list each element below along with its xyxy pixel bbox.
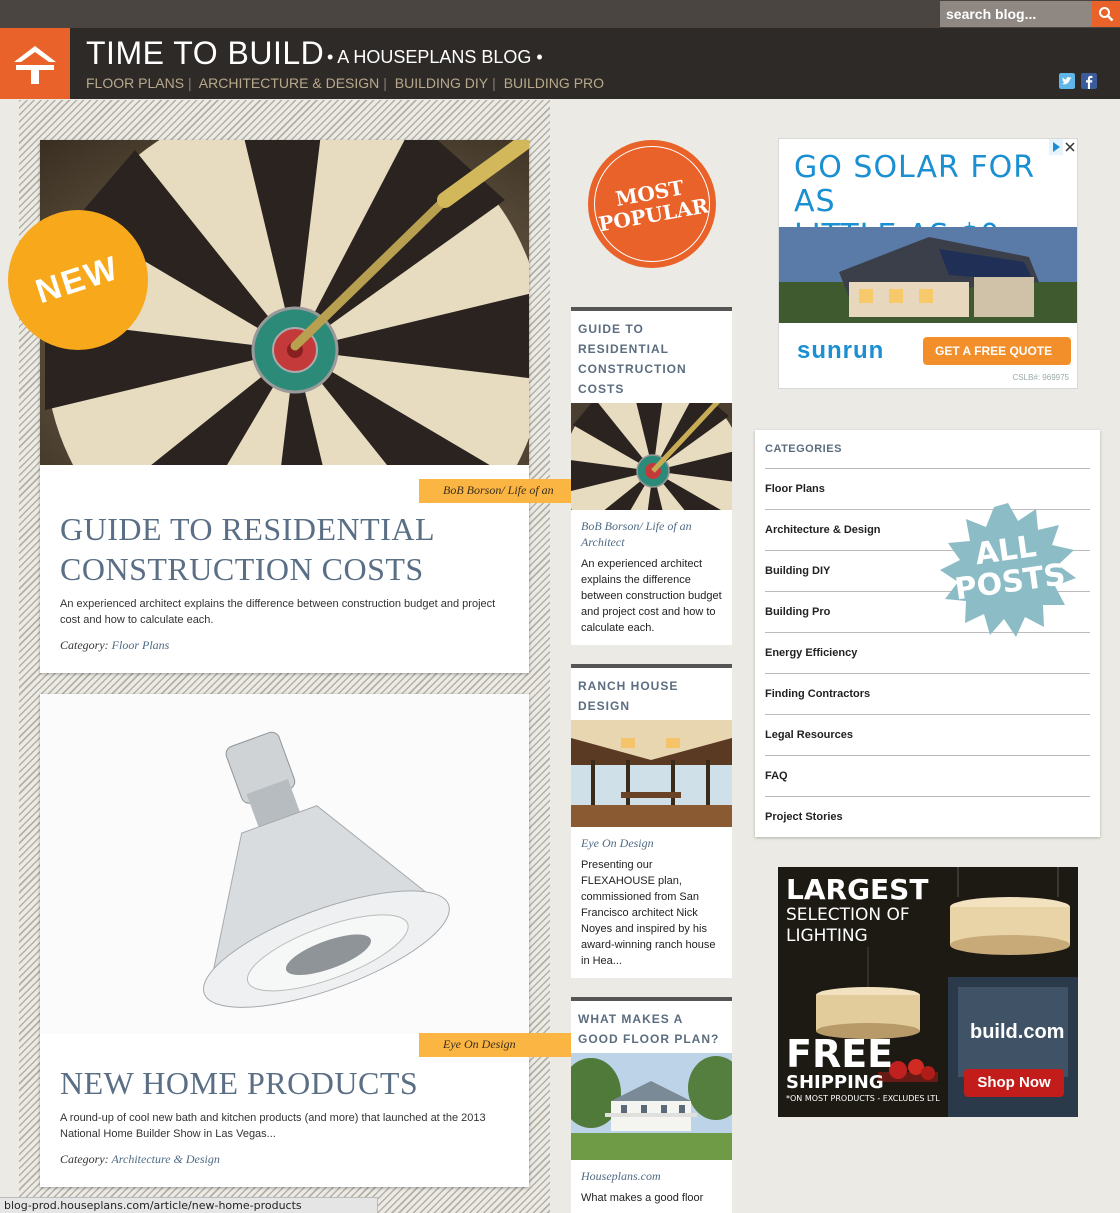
site-subtitle: • A HOUSEPLANS BLOG • [327, 47, 543, 67]
category-link[interactable]: Floor Plans [112, 638, 170, 652]
popular-post[interactable]: GUIDE TO RESIDENTIAL CONSTRUCTION COSTS … [571, 307, 732, 645]
nav-building-diy[interactable]: BUILDING DIY [395, 75, 488, 91]
farmhouse-thumbnail [571, 1053, 732, 1160]
twitter-icon[interactable] [1059, 73, 1075, 89]
ad-build-headline: LARGEST SELECTION OF LIGHTING [786, 875, 928, 947]
nav-floor-plans[interactable]: FLOOR PLANS [86, 75, 184, 91]
new-badge-label: NEW [31, 248, 125, 311]
site-title[interactable]: TIME TO BUILD [86, 35, 324, 72]
most-popular-badge: MOST POPULAR [588, 140, 716, 268]
popular-post-title[interactable]: RANCH HOUSE DESIGN [571, 668, 732, 720]
solar-house-image [779, 227, 1077, 323]
category-finding-contractors[interactable]: Finding Contractors [765, 673, 1090, 714]
category-label: Category: [60, 638, 109, 652]
new-badge: NEW [8, 210, 148, 350]
article-author-tag[interactable]: BoB Borson/ Life of an [419, 479, 579, 503]
article-title-line: CONSTRUCTION COSTS [60, 551, 424, 587]
popular-post-description: An experienced architect explains the di… [581, 558, 722, 634]
popular-post[interactable]: WHAT MAKES A GOOD FLOOR PLAN? Houseplans… [571, 997, 732, 1213]
article-title[interactable]: NEW HOME PRODUCTS [60, 1063, 418, 1103]
popular-post-title[interactable]: GUIDE TO RESIDENTIAL CONSTRUCTION COSTS [571, 311, 732, 403]
popular-post-description: What makes a good floor [581, 1192, 704, 1204]
facebook-icon[interactable] [1081, 73, 1097, 89]
category-label: Category: [60, 1152, 109, 1166]
categories-heading: CATEGORIES [765, 443, 842, 455]
article-title[interactable]: GUIDE TO RESIDENTIAL CONSTRUCTION COSTS [60, 509, 435, 589]
search-input[interactable]: search blog... [940, 1, 1092, 27]
site-header: TIME TO BUILD • A HOUSEPLANS BLOG • FLOO… [0, 28, 1120, 99]
ad-build-line: LARGEST [786, 873, 929, 906]
popular-post-author[interactable]: Houseplans.com [571, 1160, 732, 1184]
all-posts-badge[interactable]: ALL POSTS [938, 503, 1078, 638]
ranch-house-thumbnail [571, 720, 732, 827]
most-popular-label: MOST POPULAR [593, 173, 711, 236]
category-faq[interactable]: FAQ [765, 755, 1090, 796]
search-button[interactable] [1092, 1, 1120, 27]
ad-build-free: FREE [786, 1032, 894, 1076]
license-text: CSLB#: 969975 [1012, 373, 1070, 382]
popular-post-description: Presenting our FLEXAHOUSE plan, commissi… [581, 859, 716, 967]
most-popular-ring: MOST POPULAR [593, 146, 711, 262]
category-energy-efficiency[interactable]: Energy Efficiency [765, 632, 1090, 673]
ad-build-shipping: FREE SHIPPING *ON MOST PRODUCTS - EXCLUD… [786, 1035, 940, 1104]
top-bar: search blog... [0, 0, 1120, 28]
build-com-ad[interactable]: LARGEST SELECTION OF LIGHTING FREE SHIPP… [778, 867, 1078, 1117]
nav-separator: | [188, 75, 192, 91]
article-author-tag[interactable]: Eye On Design [419, 1033, 579, 1057]
showerhead-image [40, 694, 529, 1034]
main-nav: FLOOR PLANS | ARCHITECTURE & DESIGN | BUIL… [86, 75, 608, 91]
article-category: Category: Floor Plans [60, 638, 169, 653]
article-title-line: GUIDE TO RESIDENTIAL [60, 511, 435, 547]
sunrun-ad[interactable]: GO SOLAR FOR AS LITTLE AS $0 sunrun GET … [778, 138, 1078, 389]
category-legal-resources[interactable]: Legal Resources [765, 714, 1090, 755]
article-description: A round-up of cool new bath and kitchen … [60, 1112, 486, 1140]
ad-build-note: *ON MOST PRODUCTS - EXCLUDES LTL [786, 1094, 940, 1103]
popular-post-title[interactable]: WHAT MAKES A GOOD FLOOR PLAN? [571, 1001, 732, 1053]
dartboard-thumbnail [571, 403, 732, 510]
adchoices-icon[interactable] [1049, 139, 1063, 155]
sunrun-logo: sunrun [797, 337, 885, 364]
nav-building-pro[interactable]: BUILDING PRO [504, 75, 604, 91]
shop-now-button[interactable]: Shop Now [964, 1069, 1064, 1097]
article-description: An experienced architect explains the di… [60, 598, 496, 626]
houseplans-logo[interactable] [0, 28, 70, 99]
search-icon [1099, 7, 1114, 22]
popular-post-author[interactable]: Eye On Design [571, 827, 732, 851]
category-link[interactable]: Architecture & Design [111, 1152, 219, 1166]
article-category: Category: Architecture & Design [60, 1152, 220, 1167]
popular-post-author[interactable]: BoB Borson/ Life of an Architect [571, 510, 732, 550]
nav-architecture-design[interactable]: ARCHITECTURE & DESIGN [199, 75, 379, 91]
nav-separator: | [383, 75, 387, 91]
ad-choices[interactable] [1049, 139, 1077, 155]
category-project-stories[interactable]: Project Stories [765, 796, 1090, 837]
nav-separator: | [492, 75, 496, 91]
ad-build-line: SELECTION OF [786, 905, 910, 925]
popular-post[interactable]: RANCH HOUSE DESIGN Eye On Design Present… [571, 664, 732, 978]
article-title-line: NEW HOME PRODUCTS [60, 1065, 419, 1101]
build-com-logo: build.com [970, 1021, 1065, 1043]
ad-headline-line: GO SOLAR FOR AS [794, 150, 1036, 219]
get-free-quote-button[interactable]: GET A FREE QUOTE [923, 337, 1071, 365]
ad-build-shipping-label: SHIPPING [786, 1072, 884, 1093]
close-icon[interactable] [1063, 139, 1077, 155]
browser-status-bar: blog-prod.houseplans.com/article/new-hom… [0, 1197, 378, 1213]
article-card[interactable]: Eye On Design NEW HOME PRODUCTS A round-… [40, 694, 579, 1187]
house-logo-icon [14, 45, 56, 84]
ad-build-line: LIGHTING [786, 926, 868, 946]
